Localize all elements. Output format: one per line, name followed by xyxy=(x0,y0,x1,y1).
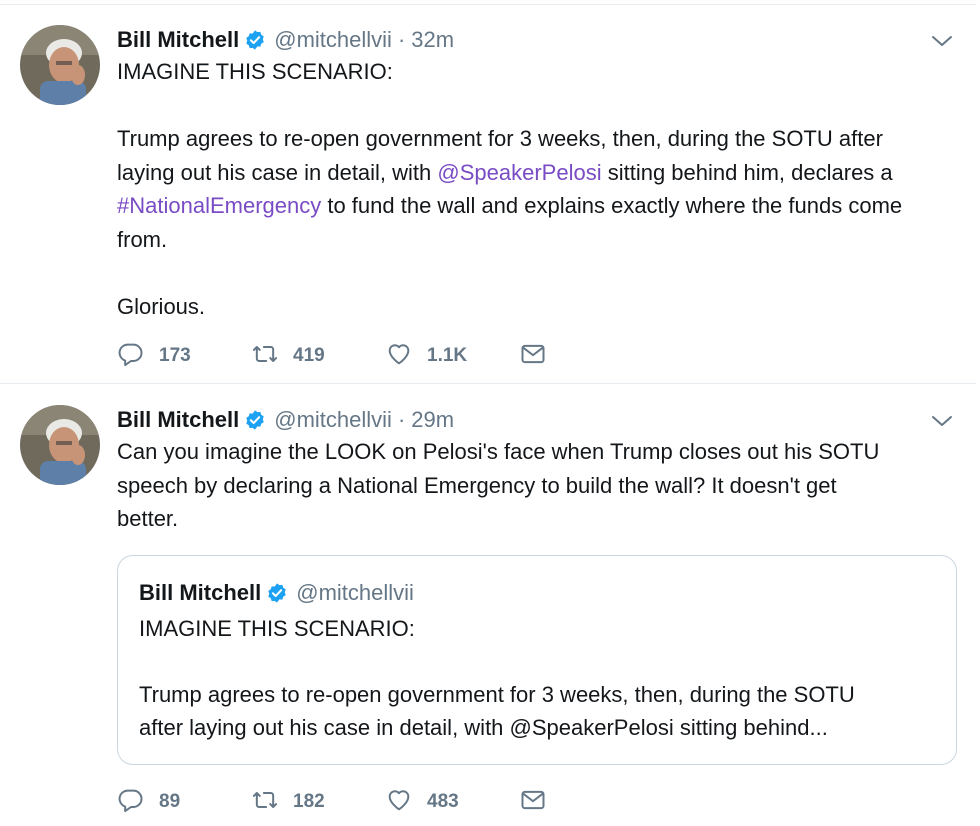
retweet-icon xyxy=(251,340,279,373)
author-name[interactable]: Bill Mitchell xyxy=(117,27,239,53)
text-line: Trump agrees to re-open government for 3… xyxy=(117,126,883,151)
separator: · xyxy=(397,407,406,432)
tweet-actions: 89 182 483 xyxy=(117,787,567,817)
author-handle[interactable]: @mitchellvii xyxy=(274,407,392,433)
avatar[interactable] xyxy=(20,25,100,105)
reply-icon xyxy=(117,340,145,373)
reply-count: 173 xyxy=(159,345,191,366)
like-button[interactable]: 483 xyxy=(385,787,459,817)
like-icon xyxy=(385,786,413,819)
text-line: from. xyxy=(117,226,168,252)
text-line: IMAGINE THIS SCENARIO: xyxy=(139,616,415,641)
retweet-icon xyxy=(251,786,279,819)
text-line: better. xyxy=(117,506,179,531)
quoted-tweet-text: IMAGINE THIS SCENARIO: Trump agrees to r… xyxy=(139,612,939,744)
direct-message-button[interactable] xyxy=(519,341,547,371)
text-line: IMAGINE THIS SCENARIO: xyxy=(117,59,393,84)
retweet-count: 419 xyxy=(293,345,325,366)
reply-count: 89 xyxy=(159,791,181,812)
author-handle[interactable]: @mitchellvii xyxy=(274,27,392,53)
like-count: 483 xyxy=(427,791,459,812)
retweet-button[interactable]: 182 xyxy=(251,787,325,817)
tweet-actions: 173 419 1.1K xyxy=(117,341,567,371)
text-line: after laying out his case in detail, wit… xyxy=(139,715,828,740)
tweet-header: Bill Mitchell @mitchellvii · 32m xyxy=(117,25,454,55)
text-line: Can you imagine the LOOK on Pelosi's fac… xyxy=(117,439,880,464)
text-line: Trump agrees to re-open government for 3… xyxy=(139,682,855,707)
separator: · xyxy=(397,27,406,52)
like-icon xyxy=(385,340,413,373)
quoted-author-name: Bill Mitchell xyxy=(139,580,262,605)
tweet-header: Bill Mitchell @mitchellvii · 29m xyxy=(117,405,454,435)
verified-badge-icon xyxy=(266,582,288,604)
text-line: #NationalEmergency to fund the wall and … xyxy=(117,193,903,218)
verified-badge-icon xyxy=(244,409,266,431)
tweet-text: Can you imagine the LOOK on Pelosi's fac… xyxy=(117,435,963,536)
text-line: laying out his case in detail, with @Spe… xyxy=(117,159,893,185)
timestamp[interactable]: 32m xyxy=(411,27,454,53)
hashtag-link[interactable]: #NationalEmergency xyxy=(117,193,321,218)
direct-message-icon xyxy=(519,340,547,373)
tweet[interactable]: Bill Mitchell @mitchellvii · 32m IMAGINE… xyxy=(0,4,976,384)
author-name[interactable]: Bill Mitchell xyxy=(117,407,239,433)
chevron-down-icon[interactable] xyxy=(930,409,954,433)
direct-message-icon xyxy=(519,786,547,819)
mention-link[interactable]: @SpeakerPelosi xyxy=(437,160,601,185)
like-count: 1.1K xyxy=(427,345,468,366)
retweet-count: 182 xyxy=(293,791,325,812)
direct-message-button[interactable] xyxy=(519,787,547,817)
reply-button[interactable]: 173 xyxy=(117,341,191,371)
reply-button[interactable]: 89 xyxy=(117,787,180,817)
quoted-author-handle: @mitchellvii xyxy=(296,580,414,605)
quoted-tweet[interactable]: Bill Mitchell @mitchellvii IMAGINE THIS … xyxy=(117,555,957,765)
tweet-text: IMAGINE THIS SCENARIO: Trump agrees to r… xyxy=(117,55,963,323)
retweet-button[interactable]: 419 xyxy=(251,341,325,371)
tweet[interactable]: Bill Mitchell @mitchellvii · 29m Can you… xyxy=(0,385,976,826)
text-line: speech by declaring a National Emergency… xyxy=(117,472,837,498)
text-line: Glorious. xyxy=(117,293,206,319)
avatar[interactable] xyxy=(20,405,100,485)
timestamp[interactable]: 29m xyxy=(411,407,454,433)
reply-icon xyxy=(117,786,145,819)
chevron-down-icon[interactable] xyxy=(930,29,954,53)
like-button[interactable]: 1.1K xyxy=(385,341,467,371)
verified-badge-icon xyxy=(244,29,266,51)
quoted-tweet-header: Bill Mitchell @mitchellvii xyxy=(139,578,414,608)
